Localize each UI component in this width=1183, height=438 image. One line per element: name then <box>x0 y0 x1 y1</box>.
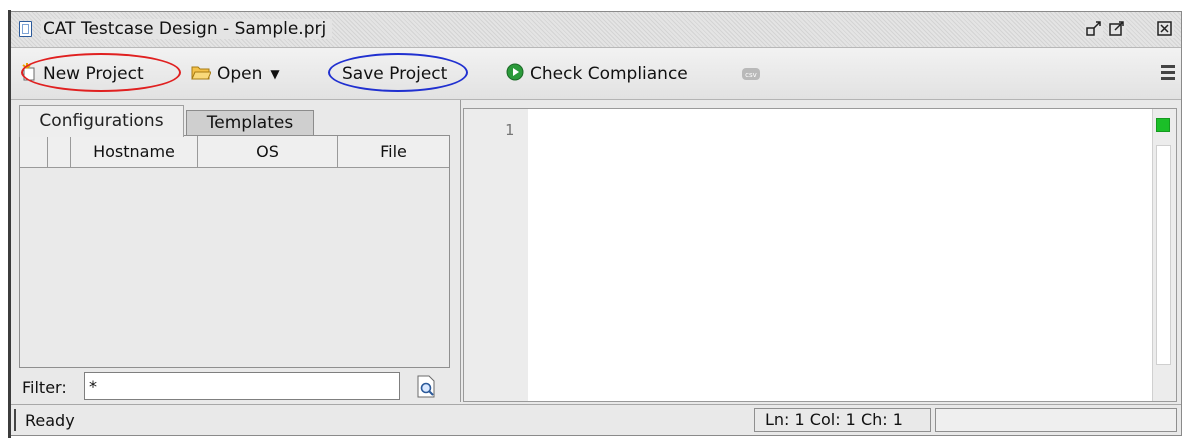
line-number-gutter: 1 <box>464 109 528 401</box>
status-divider <box>14 409 16 431</box>
progress-bar <box>935 408 1177 432</box>
folder-icon <box>191 64 212 85</box>
toolbar: New Project Open ▼ Save Project Check Co… <box>11 48 1181 100</box>
column-header-hostname[interactable]: Hostname <box>71 136 198 167</box>
window-title: CAT Testcase Design - Sample.prj <box>41 19 333 39</box>
status-bar: Ready Ln: 1 Col: 1 Ch: 1 <box>11 404 1181 435</box>
title-bar: CAT Testcase Design - Sample.prj <box>11 12 1181 48</box>
tab-configurations[interactable]: Configurations <box>19 105 184 137</box>
check-compliance-label: Check Compliance <box>530 64 688 84</box>
close-icon[interactable] <box>1156 20 1174 38</box>
search-icon[interactable] <box>413 373 439 400</box>
column-header-file[interactable]: File <box>338 136 449 167</box>
left-panel: Configurations Templates Hostname OS Fil… <box>11 100 461 402</box>
filter-input[interactable] <box>84 372 400 400</box>
restore-icon[interactable] <box>1085 20 1103 38</box>
app-window: CAT Testcase Design - Sample.prj New Pro… <box>8 10 1182 438</box>
line-number: 1 <box>504 121 514 139</box>
csv-icon: csv <box>741 65 761 88</box>
cursor-position: Ln: 1 Col: 1 Ch: 1 <box>754 408 931 432</box>
status-text: Ready <box>25 411 75 430</box>
configurations-table: Hostname OS File <box>19 135 450 368</box>
scrollbar-track[interactable] <box>1156 145 1171 365</box>
open-label: Open <box>217 64 263 84</box>
filter-label: Filter: <box>22 378 67 397</box>
table-header: Hostname OS File <box>20 136 449 168</box>
save-project-button[interactable]: Save Project <box>342 62 447 86</box>
code-editor[interactable]: 1 <box>463 108 1177 402</box>
save-project-label: Save Project <box>342 64 448 84</box>
column-header-status[interactable] <box>48 136 71 167</box>
csv-export-button[interactable]: csv <box>741 64 761 88</box>
check-compliance-button[interactable]: Check Compliance <box>506 62 688 86</box>
new-project-label: New Project <box>43 64 144 84</box>
vertical-scrollbar[interactable] <box>1152 109 1176 401</box>
hamburger-menu-icon[interactable] <box>1161 65 1175 83</box>
maximize-icon[interactable] <box>1108 20 1126 38</box>
status-indicator-icon <box>1156 118 1170 132</box>
column-header-select[interactable] <box>20 136 48 167</box>
chevron-down-icon[interactable]: ▼ <box>270 67 279 81</box>
column-header-os[interactable]: OS <box>198 136 338 167</box>
document-icon <box>19 21 32 37</box>
play-icon <box>506 63 524 86</box>
tab-templates[interactable]: Templates <box>186 110 314 135</box>
new-project-icon <box>21 62 37 86</box>
svg-text:csv: csv <box>745 71 757 79</box>
open-button[interactable]: Open ▼ <box>191 62 280 86</box>
new-project-button[interactable]: New Project <box>21 62 144 86</box>
